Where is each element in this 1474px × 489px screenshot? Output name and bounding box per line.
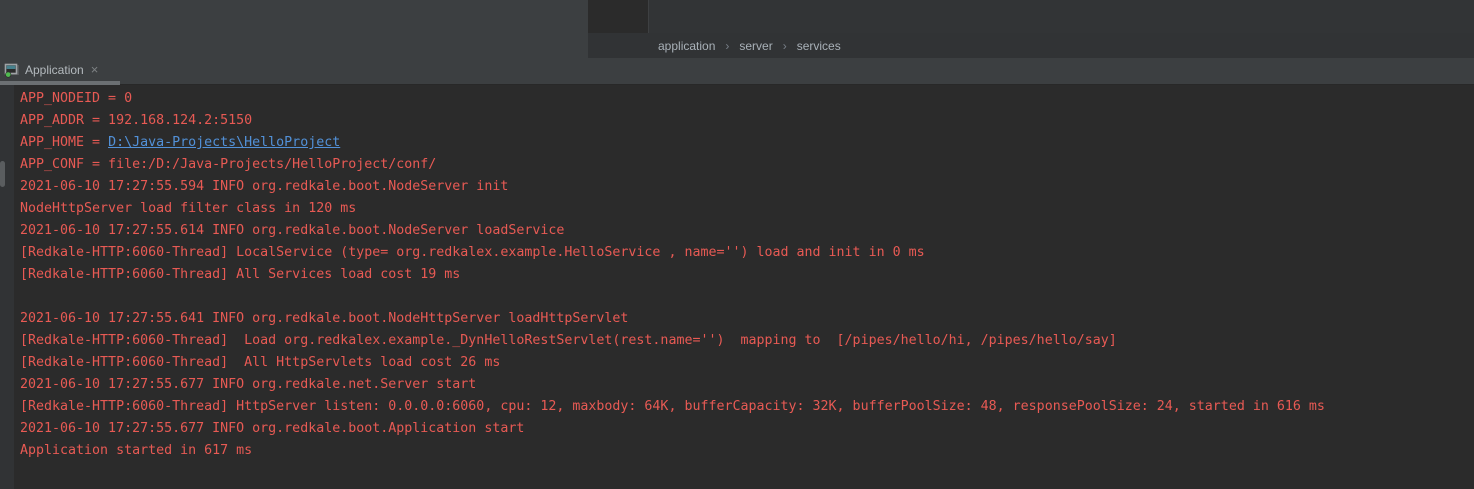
- log-text: [Redkale-HTTP:6060-Thread] All HttpServl…: [20, 355, 500, 370]
- log-text: 2021-06-10 17:27:55.641 INFO org.redkale…: [20, 311, 628, 326]
- breadcrumb-item-server[interactable]: server: [739, 39, 772, 53]
- console-line: [Redkale-HTTP:6060-Thread] All Services …: [20, 264, 1474, 286]
- chevron-right-icon: ›: [783, 39, 787, 53]
- breadcrumb-item-application[interactable]: application: [658, 39, 715, 53]
- log-text: 2021-06-10 17:27:55.677 INFO org.redkale…: [20, 421, 524, 436]
- console-line: 2021-06-10 17:27:55.677 INFO org.redkale…: [20, 374, 1474, 396]
- run-tool-window-tab-bar: Application ×: [0, 58, 1474, 85]
- console-line: [Redkale-HTTP:6060-Thread] LocalService …: [20, 242, 1474, 264]
- console-gutter: [0, 85, 14, 489]
- log-text: APP_ADDR = 192.168.124.2:5150: [20, 113, 252, 128]
- file-path-link[interactable]: D:\Java-Projects\HelloProject: [108, 135, 340, 150]
- log-text: APP_HOME =: [20, 135, 108, 150]
- console-line: [Redkale-HTTP:6060-Thread] Load org.redk…: [20, 330, 1474, 352]
- log-text: 2021-06-10 17:27:55.614 INFO org.redkale…: [20, 223, 564, 238]
- breadcrumb-item-services[interactable]: services: [797, 39, 841, 53]
- log-text: 2021-06-10 17:27:55.594 INFO org.redkale…: [20, 179, 508, 194]
- console-line: APP_ADDR = 192.168.124.2:5150: [20, 110, 1474, 132]
- log-text: APP_CONF = file:/D:/Java-Projects/HelloP…: [20, 157, 436, 172]
- console-line: [Redkale-HTTP:6060-Thread] All HttpServl…: [20, 352, 1474, 374]
- console-line: Application started in 617 ms: [20, 440, 1474, 462]
- console-line: 2021-06-10 17:27:55.677 INFO org.redkale…: [20, 418, 1474, 440]
- log-text: [Redkale-HTTP:6060-Thread] HttpServer li…: [20, 399, 1325, 414]
- console-line: NodeHttpServer load filter class in 120 …: [20, 198, 1474, 220]
- tab-label: Application: [25, 63, 84, 77]
- console-line: [Redkale-HTTP:6060-Thread] HttpServer li…: [20, 396, 1474, 418]
- editor-split-pane: [648, 0, 1474, 33]
- tab-application[interactable]: Application ×: [0, 58, 104, 81]
- log-text: [Redkale-HTTP:6060-Thread] All Services …: [20, 267, 460, 282]
- console-output: APP_NODEID = 0 APP_ADDR = 192.168.124.2:5…: [20, 88, 1474, 462]
- log-text: Application started in 617 ms: [20, 443, 252, 458]
- close-icon[interactable]: ×: [91, 63, 99, 76]
- log-text: 2021-06-10 17:27:55.677 INFO org.redkale…: [20, 377, 476, 392]
- scrollbar-thumb[interactable]: [0, 161, 5, 187]
- console-line: APP_NODEID = 0: [20, 88, 1474, 110]
- breadcrumb: application › server › services: [588, 33, 1474, 58]
- run-console-icon: [4, 62, 20, 78]
- console-line: APP_HOME = D:\Java-Projects\HelloProject: [20, 132, 1474, 154]
- log-text: [Redkale-HTTP:6060-Thread] LocalService …: [20, 245, 925, 260]
- console-line: APP_CONF = file:/D:/Java-Projects/HelloP…: [20, 154, 1474, 176]
- log-text: NodeHttpServer load filter class in 120 …: [20, 201, 356, 216]
- console-line: 2021-06-10 17:27:55.594 INFO org.redkale…: [20, 176, 1474, 198]
- console-line: 2021-06-10 17:27:55.614 INFO org.redkale…: [20, 220, 1474, 242]
- log-text: [Redkale-HTTP:6060-Thread] Load org.redk…: [20, 333, 1117, 348]
- console-line: 2021-06-10 17:27:55.641 INFO org.redkale…: [20, 308, 1474, 330]
- top-left-panel: [0, 0, 588, 58]
- chevron-right-icon: ›: [725, 39, 729, 53]
- console-line: [20, 286, 1474, 308]
- editor-top-area: [588, 0, 1474, 33]
- console-panel: APP_NODEID = 0 APP_ADDR = 192.168.124.2:5…: [0, 85, 1474, 489]
- log-text: APP_NODEID = 0: [20, 91, 132, 106]
